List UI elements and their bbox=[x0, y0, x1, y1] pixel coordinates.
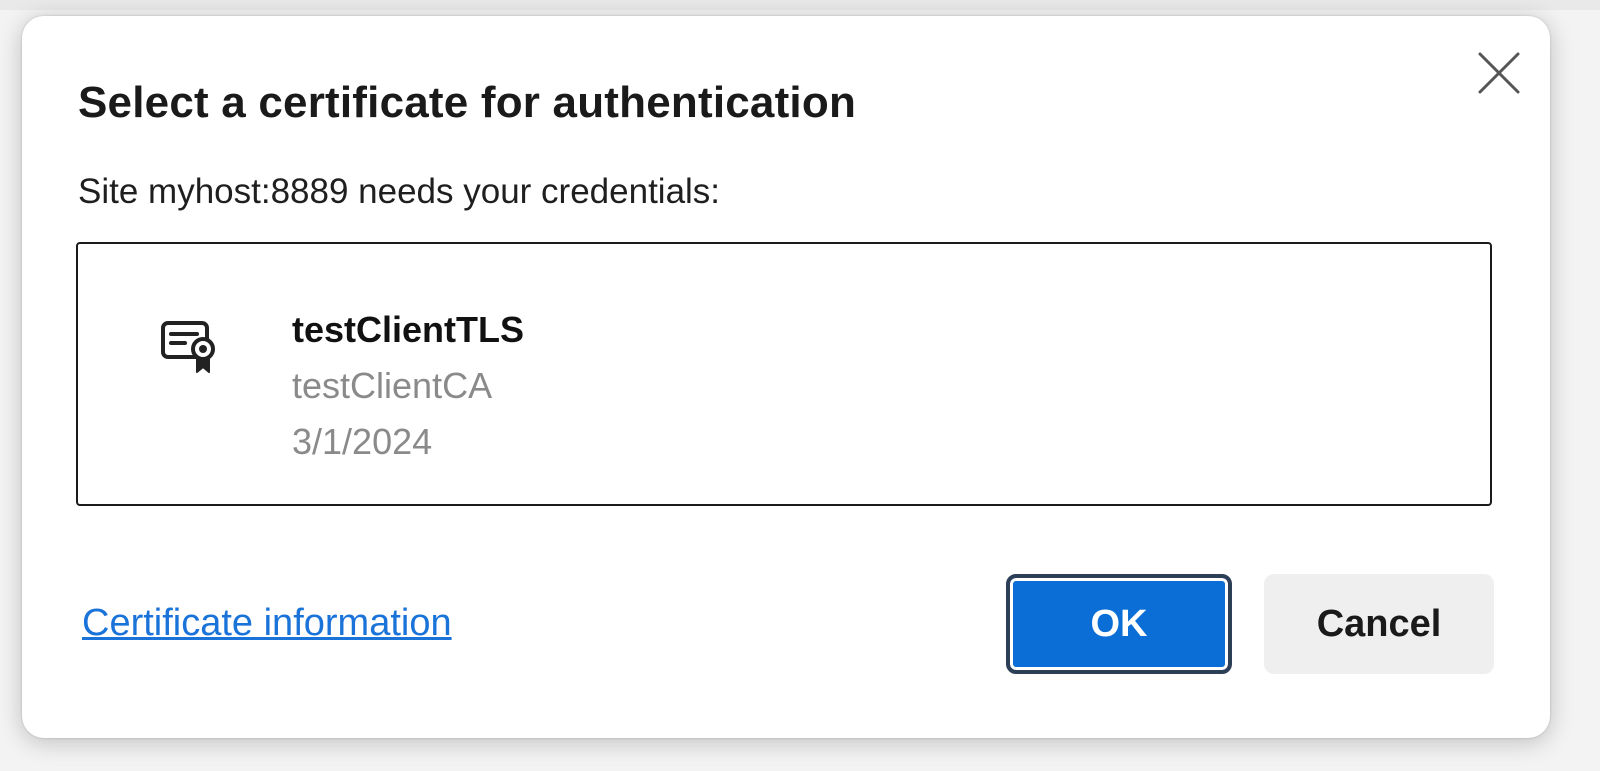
dialog-subtitle: Site myhost:8889 needs your credentials: bbox=[78, 172, 721, 211]
certificate-information-link[interactable]: Certificate information bbox=[82, 602, 452, 645]
close-button[interactable] bbox=[1476, 50, 1522, 96]
certificate-details: testClientTLS testClientCA 3/1/2024 bbox=[292, 302, 524, 470]
dialog-title: Select a certificate for authentication bbox=[78, 78, 857, 127]
certificate-name: testClientTLS bbox=[292, 309, 525, 350]
certificate-list[interactable]: testClientTLS testClientCA 3/1/2024 bbox=[76, 242, 1492, 506]
cancel-button[interactable]: Cancel bbox=[1264, 574, 1494, 674]
ok-button[interactable]: OK bbox=[1006, 574, 1232, 674]
close-icon bbox=[1478, 52, 1520, 94]
certificate-icon bbox=[161, 321, 215, 373]
certificate-date: 3/1/2024 bbox=[292, 421, 433, 462]
certificate-issuer: testClientCA bbox=[292, 365, 493, 406]
certificate-dialog: Select a certificate for authentication … bbox=[22, 16, 1550, 738]
browser-backdrop bbox=[0, 0, 1600, 10]
